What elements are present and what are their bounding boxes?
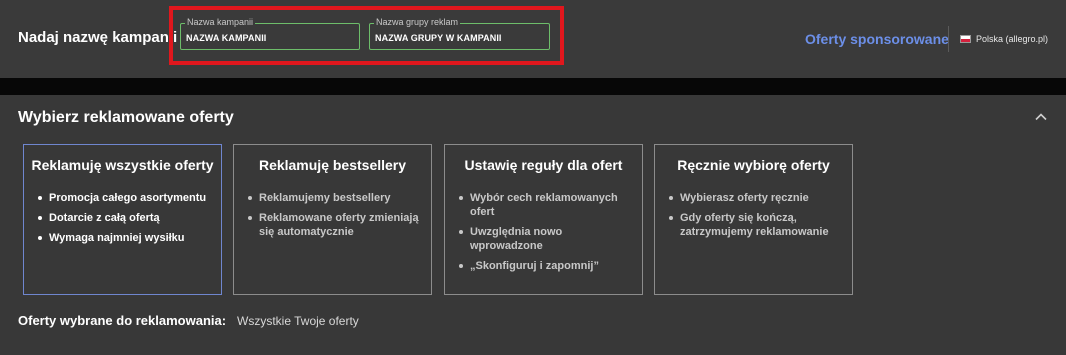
card-title: Reklamuję wszystkie oferty: [31, 157, 214, 173]
card-bullet: Wybór cech reklamowanych ofert: [459, 191, 634, 219]
card-bullet: Uwzględnia nowo wprowadzone: [459, 225, 634, 253]
option-card-all-offers[interactable]: Reklamuję wszystkie oferty Promocja całe…: [23, 144, 222, 295]
section-title: Wybierz reklamowane oferty: [18, 109, 234, 126]
page-title: Nadaj nazwę kampanii: [18, 29, 178, 46]
card-bullet: Gdy oferty się kończą, zatrzymujemy rekl…: [669, 211, 844, 239]
campaign-name-label: Nazwa kampanii: [185, 17, 256, 28]
marketplace-label: Polska (allegro.pl): [976, 34, 1049, 44]
campaign-header: Nadaj nazwę kampanii Nazwa kampanii NAZW…: [0, 0, 1066, 78]
card-bullets: Wybór cech reklamowanych ofert Uwzględni…: [459, 191, 634, 279]
ad-group-name-label: Nazwa grupy reklam: [374, 17, 461, 28]
chevron-up-icon[interactable]: [1034, 112, 1048, 122]
selected-offers-value: Wszystkie Twoje oferty: [237, 314, 359, 328]
card-bullet: Reklamujemy bestsellery: [248, 191, 423, 205]
option-card-rules[interactable]: Ustawię reguły dla ofert Wybór cech rekl…: [444, 144, 643, 295]
card-bullet: Wybierasz oferty ręcznie: [669, 191, 844, 205]
card-bullets: Wybierasz oferty ręcznie Gdy oferty się …: [669, 191, 844, 245]
card-bullets: Promocja całego asortymentu Dotarcie z c…: [38, 191, 213, 251]
campaign-name-value[interactable]: NAZWA KAMPANII: [186, 33, 266, 43]
card-bullet: Dotarcie z całą ofertą: [38, 211, 213, 225]
card-bullet: Wymaga najmniej wysiłku: [38, 231, 213, 245]
option-card-manual[interactable]: Ręcznie wybiorę oferty Wybierasz oferty …: [654, 144, 853, 295]
card-bullets: Reklamujemy bestsellery Reklamowane ofer…: [248, 191, 423, 245]
option-card-bestsellers[interactable]: Reklamuję bestsellery Reklamujemy bestse…: [233, 144, 432, 295]
offers-selection-panel: Wybierz reklamowane oferty Reklamuję wsz…: [0, 95, 1066, 355]
marketplace-selector[interactable]: Polska (allegro.pl): [960, 34, 1048, 44]
campaign-name-field[interactable]: Nazwa kampanii NAZWA KAMPANII: [180, 17, 360, 50]
header-divider: [948, 26, 949, 52]
card-bullet: Promocja całego asortymentu: [38, 191, 213, 205]
ad-group-name-field[interactable]: Nazwa grupy reklam NAZWA GRUPY W KAMPANI…: [369, 17, 550, 50]
poland-flag-icon: [960, 35, 971, 43]
card-bullet: „Skonfiguruj i zapomnij”: [459, 259, 634, 273]
sponsored-offers-link[interactable]: Oferty sponsorowane: [805, 31, 949, 47]
card-title: Ręcznie wybiorę oferty: [677, 157, 830, 173]
selected-offers-label: Oferty wybrane do reklamowania:: [18, 313, 227, 328]
card-bullet: Reklamowane oferty zmieniają się automat…: [248, 211, 423, 239]
card-title: Ustawię reguły dla ofert: [464, 157, 623, 173]
card-title: Reklamuję bestsellery: [258, 157, 407, 173]
ad-group-name-value[interactable]: NAZWA GRUPY W KAMPANII: [375, 33, 502, 43]
